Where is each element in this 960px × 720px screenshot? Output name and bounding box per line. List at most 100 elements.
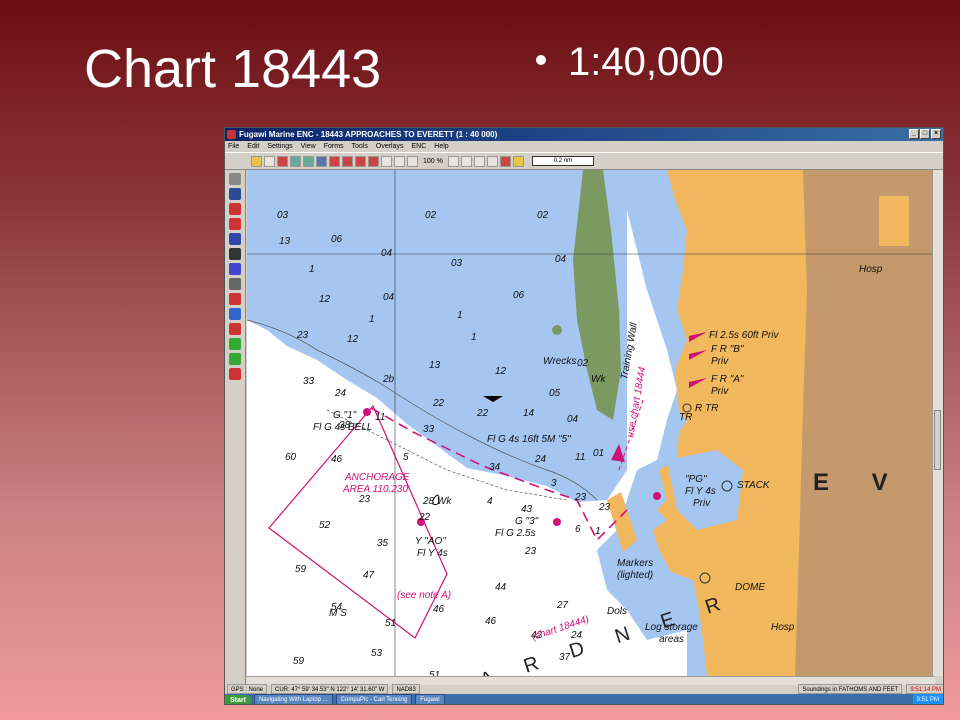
magnify-icon[interactable] xyxy=(264,155,275,167)
soundings-units: Soundings in FATHOMS AND FEET xyxy=(798,684,903,694)
menu-item-forms[interactable]: Forms xyxy=(324,141,344,152)
track-tool-icon[interactable] xyxy=(229,338,241,350)
north-up-icon[interactable] xyxy=(499,155,511,167)
minimize-button[interactable]: _ xyxy=(909,129,919,139)
buoy-pg[interactable] xyxy=(653,492,661,500)
sounding: 59 xyxy=(293,656,305,667)
waypoint-icon[interactable] xyxy=(316,155,327,167)
close-button[interactable]: × xyxy=(931,129,941,139)
open-chart-icon[interactable] xyxy=(251,155,262,167)
map-label: (lighted) xyxy=(617,570,653,581)
chart-map[interactable]: 03 02 02 13 06 04 03 04 1 04 06 12 1 1 23 12 1 02 13 12 33 2b… xyxy=(247,170,935,676)
map-label: G "3" xyxy=(515,516,539,527)
cursor-position: CUR: 47° 59' 34.53" N 122° 14' 31.60" W xyxy=(271,684,389,694)
sounding: 6 xyxy=(575,524,581,535)
sounding: 23 xyxy=(358,494,371,505)
marker-tool-icon[interactable] xyxy=(229,368,241,380)
select-icon[interactable] xyxy=(229,293,241,305)
help-icon[interactable] xyxy=(229,188,241,200)
sounding: 1 xyxy=(309,264,315,275)
sounding: 1 xyxy=(471,332,477,343)
sounding: 35 xyxy=(377,538,389,549)
sounding: 4 xyxy=(487,496,493,507)
arrow-down-icon[interactable] xyxy=(486,155,498,167)
layer-tool-icon[interactable] xyxy=(229,353,241,365)
bullet-dot xyxy=(536,55,546,66)
track-icon[interactable] xyxy=(342,155,353,167)
sounding: 12 xyxy=(347,334,359,345)
vertical-scrollbar[interactable] xyxy=(932,170,943,676)
menu-item-view[interactable]: View xyxy=(301,141,316,152)
sounding: 12 xyxy=(495,366,507,377)
chart-svg: 03 02 0213 060403 04104 06121 123 12 102131233 2b… xyxy=(247,170,935,676)
tool-icon[interactable] xyxy=(290,155,301,167)
map-label: Priv xyxy=(693,498,711,509)
sounding: 24 xyxy=(534,454,547,465)
hand-icon[interactable] xyxy=(229,173,241,185)
maximize-button[interactable]: □ xyxy=(920,129,930,139)
route-tool-icon[interactable] xyxy=(229,218,241,230)
zoom-out-icon[interactable] xyxy=(407,155,418,167)
app-icon xyxy=(227,130,236,139)
event-icon[interactable] xyxy=(368,155,379,167)
map-label: 28 Wk xyxy=(422,496,452,507)
arrow-right-icon[interactable] xyxy=(460,155,472,167)
map-label: Y "AO" xyxy=(415,536,446,547)
menu-item-enc[interactable]: ENC xyxy=(412,141,427,152)
anchor-icon[interactable] xyxy=(512,155,524,167)
place-name: E V E xyxy=(813,469,935,496)
map-label: Hosp xyxy=(859,264,883,275)
zoom-in-icon[interactable] xyxy=(394,155,405,167)
waypoint-tool-icon[interactable] xyxy=(229,203,241,215)
menu-item-tools[interactable]: Tools xyxy=(352,141,368,152)
start-button[interactable]: Start xyxy=(225,694,251,704)
sounding: 1 xyxy=(595,526,601,537)
photo-icon[interactable] xyxy=(381,155,392,167)
city-land xyxy=(795,170,935,676)
map-label: Fl 2.5s 60ft Priv xyxy=(709,330,779,341)
menu-item-help[interactable]: Help xyxy=(434,141,448,152)
sounding: 12 xyxy=(319,294,331,305)
sounding: 44 xyxy=(495,582,507,593)
map-label: areas xyxy=(659,634,684,645)
task-navigating[interactable]: Navigating With Laptop ... xyxy=(253,694,333,704)
map-label: Wrecks xyxy=(543,356,576,367)
move-icon[interactable] xyxy=(277,155,288,167)
sounding: 23 xyxy=(598,502,611,513)
route-icon[interactable] xyxy=(329,155,340,167)
map-label: R TR xyxy=(695,403,718,414)
status-time: 9:51:14 PM xyxy=(906,684,943,694)
menu-item-settings[interactable]: Settings xyxy=(267,141,292,152)
sounding: 02 xyxy=(425,210,437,221)
hosp-building xyxy=(879,196,909,246)
camera-icon[interactable] xyxy=(229,248,241,260)
map-label: Priv xyxy=(711,356,729,367)
wreck-icon xyxy=(552,325,562,335)
sounding: 59 xyxy=(295,564,307,575)
buoy-g3[interactable] xyxy=(553,518,561,526)
buoy-g1[interactable] xyxy=(363,408,371,416)
line-tool-icon[interactable] xyxy=(229,323,241,335)
task-fugawi[interactable]: Fugawi xyxy=(415,694,445,704)
measure-icon[interactable] xyxy=(229,233,241,245)
scroll-thumb[interactable] xyxy=(934,410,941,470)
sounding: 23 xyxy=(574,492,587,503)
sounding: 46 xyxy=(331,454,343,465)
task-compupic[interactable]: CompuPic - Carl Tenning xyxy=(335,694,413,704)
sounding: 11 xyxy=(575,452,585,463)
zoom-select[interactable]: 100 % xyxy=(420,158,446,165)
sounding: 43 xyxy=(521,504,533,515)
sounding: 1 xyxy=(457,310,463,321)
sounding: 24 xyxy=(334,388,347,399)
layers-icon[interactable] xyxy=(303,155,314,167)
text-tool-icon[interactable] xyxy=(229,263,241,275)
arrow-up-icon[interactable] xyxy=(473,155,485,167)
menu-item-file[interactable]: File xyxy=(228,141,239,152)
pen-icon[interactable] xyxy=(229,278,241,290)
map-label: TR xyxy=(679,412,692,423)
mark-icon[interactable] xyxy=(355,155,366,167)
arrow-left-icon[interactable] xyxy=(447,155,459,167)
menu-item-edit[interactable]: Edit xyxy=(247,141,259,152)
edit-icon[interactable] xyxy=(229,308,241,320)
menu-item-overlays[interactable]: Overlays xyxy=(376,141,404,152)
